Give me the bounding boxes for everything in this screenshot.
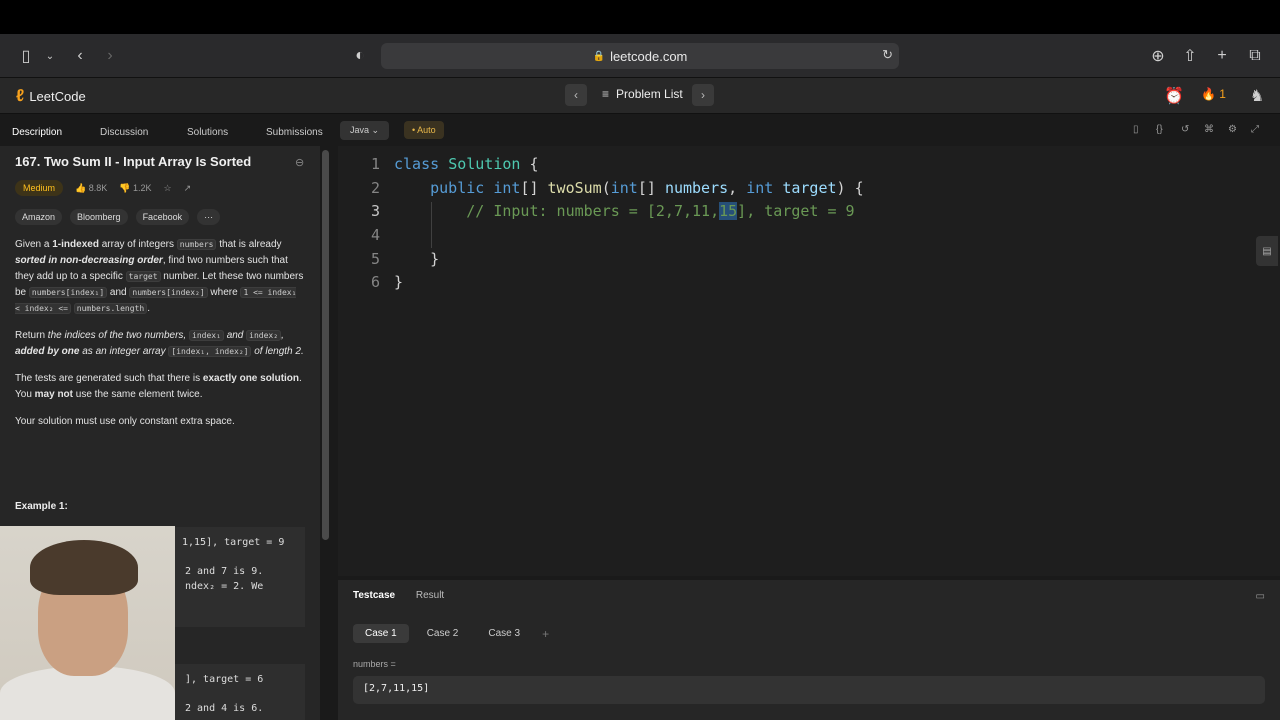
address-bar[interactable]: 🔒 leetcode.com ↻: [381, 43, 899, 69]
description-scrollbar[interactable]: [322, 150, 329, 540]
streak-count: 1: [1219, 87, 1226, 101]
testcase-tabs: Testcase Result: [353, 590, 462, 601]
code-editor[interactable]: 1 class Solution { 2 public int[] twoSum…: [338, 146, 1280, 576]
settings-icon[interactable]: ⚙: [1228, 124, 1237, 135]
problem-title: 167. Two Sum II - Input Array Is Sorted: [15, 154, 252, 169]
tab-discussion[interactable]: Discussion: [100, 127, 148, 138]
prev-problem-button[interactable]: ‹: [565, 84, 587, 106]
browser-toolbar: ▯ ⌄ ‹ › ◐ 🔒 leetcode.com ↻ ⊕ ⇧ + ⧉: [0, 34, 1280, 78]
notes-icon[interactable]: ▤: [1256, 236, 1278, 266]
sidebar-toggle-icon[interactable]: ▯: [14, 44, 38, 68]
description-paragraph: Your solution must use only constant ext…: [15, 416, 235, 427]
webcam-overlay: [0, 526, 175, 720]
tab-solutions[interactable]: Solutions: [187, 127, 228, 138]
code-text: public int[] twoSum(int[] numbers, int t…: [430, 179, 864, 197]
command-icon[interactable]: ⌘: [1204, 124, 1214, 135]
avatar[interactable]: ♞: [1245, 84, 1269, 108]
line-number: 3: [370, 202, 380, 220]
fullscreen-icon[interactable]: ⤢: [1251, 124, 1259, 135]
problem-list-label: Problem List: [616, 87, 683, 101]
like-button[interactable]: 👍 8.8K: [75, 183, 107, 194]
code-text: // Input: numbers = [2,7,11,15], target …: [394, 202, 855, 220]
add-case-button[interactable]: +: [542, 627, 549, 641]
chevron-down-icon[interactable]: ⌄: [38, 44, 62, 68]
list-icon: ≡: [602, 87, 610, 101]
next-problem-button[interactable]: ›: [692, 84, 714, 106]
example-heading: Example 1:: [15, 501, 68, 512]
share-icon[interactable]: ⇧: [1178, 44, 1202, 68]
back-icon[interactable]: ‹: [68, 44, 92, 68]
bookmark-icon[interactable]: ▯: [1133, 124, 1139, 135]
tab-result[interactable]: Result: [416, 590, 444, 601]
variable-label: numbers =: [353, 659, 396, 669]
logo-text: LeetCode: [29, 88, 86, 104]
dot-icon: •: [412, 125, 416, 135]
company-tag[interactable]: Amazon: [15, 209, 63, 225]
thumbs-down-icon: 👎: [119, 182, 131, 193]
difficulty-badge: Medium: [15, 180, 64, 196]
reset-icon[interactable]: ↺: [1181, 124, 1189, 135]
reload-icon[interactable]: ↻: [882, 47, 893, 63]
problem-tabs: Description Discussion Solutions Submiss…: [0, 118, 328, 146]
code-text: }: [394, 273, 404, 291]
description-paragraph: Return the indices of the two numbers, i…: [15, 330, 304, 357]
share-link-icon[interactable]: ↗: [184, 183, 192, 194]
tab-submissions[interactable]: Submissions: [266, 127, 323, 138]
new-tab-icon[interactable]: +: [1210, 44, 1234, 68]
editor-toolbar: Java ⌄ • Auto ▯ {} ↺ ⌘ ⚙ ⤢: [338, 118, 1280, 146]
company-tag[interactable]: Facebook: [135, 209, 190, 225]
alarm-clock-icon[interactable]: ⏰: [1162, 84, 1186, 108]
forward-icon[interactable]: ›: [98, 44, 122, 68]
more-companies-button[interactable]: ···: [197, 209, 221, 225]
case-tabs: Case 1 Case 2 Case 3 +: [353, 624, 549, 643]
code-text: class Solution {: [394, 155, 539, 173]
like-count: 8.8K: [88, 182, 108, 193]
info-icon[interactable]: ⊖: [295, 156, 304, 169]
company-tags: Amazon Bloomberg Facebook ···: [15, 209, 228, 225]
thumbs-up-icon: 👍: [75, 182, 87, 193]
description-paragraph: Given a 1-indexed array of integers numb…: [15, 239, 304, 314]
line-number: 1: [370, 155, 380, 173]
leetcode-logo[interactable]: ℓ LeetCode: [16, 86, 86, 106]
language-label: Java: [350, 125, 370, 135]
collapse-icon[interactable]: ▭: [1256, 591, 1265, 602]
tab-testcase[interactable]: Testcase: [353, 590, 395, 601]
shield-icon[interactable]: ◐: [348, 44, 372, 68]
auto-mode-button[interactable]: • Auto: [404, 121, 444, 139]
chevron-down-icon: ⌄: [371, 125, 380, 135]
tabs-overview-icon[interactable]: ⧉: [1243, 44, 1267, 68]
line-number: 4: [370, 226, 380, 244]
tab-description[interactable]: Description: [12, 127, 62, 138]
webcam-hair: [30, 540, 138, 595]
url-text: leetcode.com: [610, 48, 688, 64]
leetcode-logo-icon: ℓ: [16, 86, 25, 105]
language-select[interactable]: Java ⌄: [340, 121, 390, 140]
case-tab[interactable]: Case 3: [476, 624, 532, 643]
testcase-panel: Testcase Result ▭ Case 1 Case 2 Case 3 +…: [338, 580, 1280, 720]
braces-icon[interactable]: {}: [1156, 124, 1163, 135]
dislike-button[interactable]: 👎 1.2K: [119, 183, 151, 194]
case-tab[interactable]: Case 2: [415, 624, 471, 643]
code-text: }: [394, 250, 440, 268]
download-icon[interactable]: ⊕: [1146, 44, 1170, 68]
dislike-count: 1.2K: [133, 182, 152, 193]
lock-icon: 🔒: [592, 50, 606, 62]
problem-description: Given a 1-indexed array of integers numb…: [15, 237, 305, 441]
line-number: 5: [370, 250, 380, 268]
case-tab[interactable]: Case 1: [353, 624, 409, 643]
problem-meta: Medium 👍 8.8K 👎 1.2K ☆ ↗: [15, 180, 203, 196]
top-bar: [0, 0, 1280, 34]
company-tag[interactable]: Bloomberg: [70, 209, 128, 225]
problem-list-button[interactable]: ≡ Problem List: [602, 87, 683, 101]
line-number: 6: [370, 273, 380, 291]
leetcode-navbar: ℓ LeetCode ‹ ≡ Problem List › ⏰ 🔥 1 ♞: [0, 78, 1280, 114]
variable-input[interactable]: [2,7,11,15]: [353, 676, 1265, 704]
auto-mode-label: Auto: [417, 125, 436, 135]
star-icon[interactable]: ☆: [164, 183, 172, 194]
line-number: 2: [370, 179, 380, 197]
description-paragraph: The tests are generated such that there …: [15, 373, 302, 400]
streak-counter[interactable]: 🔥 1: [1201, 87, 1226, 101]
